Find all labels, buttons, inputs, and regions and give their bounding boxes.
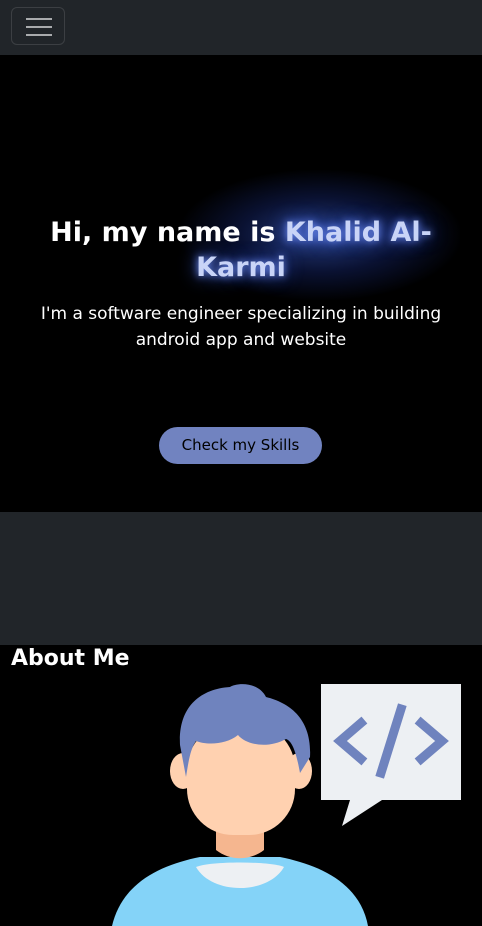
section-divider — [0, 512, 482, 645]
navbar — [0, 0, 482, 55]
hero-title-prefix: Hi, my name is — [50, 217, 276, 248]
about-title: About Me — [11, 646, 130, 671]
hamburger-menu-icon — [26, 18, 52, 36]
hero-section: Hi, my name is Khalid Al-Karmi I'm a sof… — [0, 55, 482, 512]
navbar-toggler-button[interactable] — [11, 7, 65, 45]
hero-title: Hi, my name is Khalid Al-Karmi — [20, 215, 462, 285]
check-skills-button[interactable]: Check my Skills — [159, 427, 322, 464]
about-section: About Me — [0, 645, 482, 926]
developer-illustration — [112, 684, 461, 926]
hero-subtitle: I'm a software engineer specializing in … — [40, 304, 442, 350]
